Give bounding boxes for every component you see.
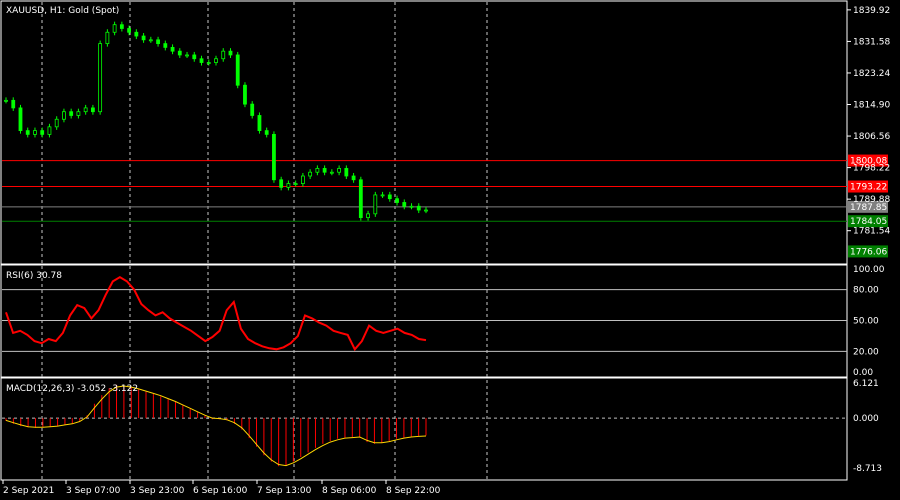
candle-body [127,28,132,33]
candle-body [214,58,218,63]
price-axis-label: 1781.54 [853,227,890,237]
candle-body [156,39,160,45]
time-axis-label: 8 Sep 22:00 [386,486,441,496]
rsi-axis-label: 20.00 [853,347,879,357]
rsi-axis-label: 0.00 [853,368,873,378]
candle-body [112,24,117,33]
candle-body [177,50,182,56]
candle-body [11,99,16,109]
chart-title: XAUUSD, H1: Gold (Spot) [6,6,119,16]
candle-body [119,24,124,29]
candle-body [18,107,23,132]
price-axis-label: 1831.58 [853,37,890,47]
candle-body [264,130,269,135]
macd-axis-label: -8.713 [853,464,882,474]
candle-body [192,54,197,60]
rsi-axis-label: 100.00 [853,265,885,275]
macd-axis-label: 0.000 [853,414,879,424]
candle-body [351,175,356,181]
candle-body [69,111,74,116]
candle-body [293,183,298,185]
chart-background [0,0,900,500]
candle-body [395,198,399,203]
macd-title: MACD(12,26,3) -3.052 -3.122 [6,384,138,394]
candle-body [257,115,262,132]
candle-body [380,194,385,197]
candle-body [163,43,168,48]
candle-body [98,43,103,113]
price-level-tag-label: 1784.05 [850,217,887,227]
candle-body [83,107,88,113]
candle-body [141,35,146,41]
candle-body [358,179,363,219]
candle-body [76,111,81,116]
candle-body [185,54,189,57]
candle-body [250,103,255,116]
price-level-tag-label: 1793.22 [850,183,887,193]
candle-body [366,213,370,219]
candle-body [206,62,211,64]
price-axis-label: 1798.22 [853,164,890,174]
candle-body [148,39,153,42]
candle-body [134,31,139,37]
candle-body [25,130,30,135]
candle-body [33,130,37,135]
candle-body [409,205,414,208]
time-axis-label: 6 Sep 16:00 [193,486,248,496]
candle-body [4,99,8,102]
candle-body [62,111,66,120]
candle-body [54,118,59,128]
candle-body [308,171,313,177]
rsi-axis-label: 80.00 [853,286,879,296]
candle-body [170,46,175,52]
candle-body [337,168,342,173]
candle-body [387,194,392,200]
candle-body [243,84,247,105]
candle-body [373,194,378,215]
rsi-axis-label: 50.00 [853,317,879,327]
candle-body [344,168,349,177]
candle-body [272,133,276,181]
price-axis-label: 1823.24 [853,69,890,79]
price-level-tag-label: 1776.06 [850,247,887,257]
candle-body [221,50,226,60]
time-axis-label: 7 Sep 13:00 [257,486,312,496]
candle-body [300,175,305,184]
candle-body [315,168,320,173]
price-axis-label: 1839.92 [853,6,890,16]
candle-body [322,168,327,173]
trading-chart[interactable]: 1800.081793.221787.851784.051776.06 1839… [0,0,900,500]
price-axis-label: 1814.90 [853,101,890,111]
macd-axis-label: 6.121 [853,379,879,389]
time-axis-label: 3 Sep 23:00 [130,486,185,496]
candle-body [40,130,45,135]
time-axis-label: 3 Sep 07:00 [66,486,121,496]
price-axis-label: 1806.56 [853,132,890,142]
rsi-title: RSI(6) 30.78 [6,271,62,281]
candle-body [90,107,95,113]
candle-body [286,183,291,188]
time-axis-label: 8 Sep 06:00 [322,486,377,496]
candle-body [235,54,240,86]
candle-body [105,31,110,45]
candle-body [416,205,421,211]
candle-body [329,171,334,174]
candle-body [402,202,407,207]
candle-body [424,209,428,212]
candle-body [47,126,52,135]
candle-body [279,179,284,188]
candle-body [228,50,233,56]
price-axis-label: 1789.88 [853,195,890,205]
time-axis-label: 2 Sep 2021 [3,486,54,496]
candle-body [199,58,204,63]
